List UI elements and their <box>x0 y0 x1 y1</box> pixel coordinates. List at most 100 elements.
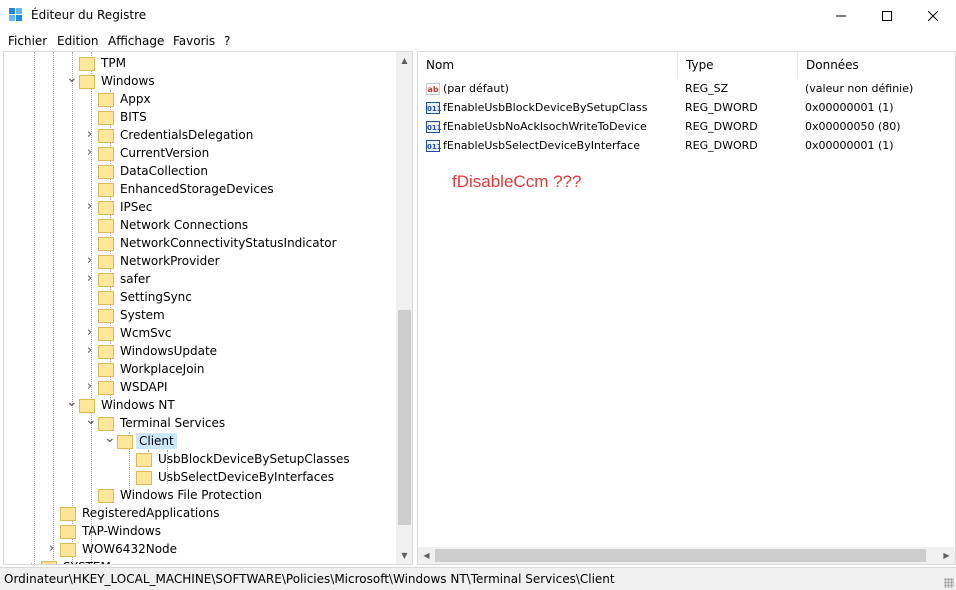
tree-item[interactable]: Windows File Protection <box>98 486 265 504</box>
menu-favoris[interactable]: Favoris <box>173 34 215 48</box>
scroll-down-icon[interactable]: ▼ <box>396 547 412 564</box>
tree-item[interactable]: WSDAPI <box>98 378 171 396</box>
folder-icon <box>98 363 114 377</box>
tree-item-label: DataCollection <box>120 164 209 178</box>
tree-item[interactable]: Terminal Services <box>98 414 228 432</box>
chevron-right-icon[interactable]: › <box>28 560 37 564</box>
tree-item[interactable]: EnhancedStorageDevices <box>98 180 277 198</box>
chevron-right-icon[interactable]: › <box>85 344 94 357</box>
list-horizontal-scrollbar[interactable]: ◀ ▶ <box>418 547 955 564</box>
values-list[interactable]: Nom Type Données ab (par défaut) REG_SZ (va… <box>417 51 956 565</box>
folder-icon <box>98 273 114 287</box>
tree-item[interactable]: WOW6432Node <box>60 540 180 558</box>
tree-item[interactable]: safer <box>98 270 153 288</box>
tree-item[interactable]: DataCollection <box>98 162 211 180</box>
folder-icon <box>41 561 57 564</box>
chevron-right-icon[interactable]: › <box>85 272 94 285</box>
folder-icon <box>60 525 76 539</box>
menu-help[interactable]: ? <box>224 34 230 48</box>
chevron-right-icon[interactable]: › <box>85 326 94 339</box>
folder-icon <box>98 327 114 341</box>
tree-item[interactable]: CurrentVersion <box>98 144 212 162</box>
value-type: REG_DWORD <box>685 139 758 152</box>
chevron-down-icon[interactable]: ⌄ <box>66 395 78 410</box>
tree-item-label: WindowsUpdate <box>120 344 218 358</box>
chevron-down-icon[interactable]: ⌄ <box>66 71 78 86</box>
tree-item[interactable]: UsbSelectDeviceByInterfaces <box>136 468 337 486</box>
tree-item[interactable]: IPSec <box>98 198 155 216</box>
value-row[interactable]: ab (par défaut) REG_SZ (valeur non définie) <box>418 80 938 99</box>
registry-tree[interactable]: TPM Windows ⌄ Appx BITS CredentialsDelegation… <box>3 51 413 565</box>
tree-item[interactable]: UsbBlockDeviceBySetupClasses <box>136 450 353 468</box>
menu-edition[interactable]: Edition <box>57 34 99 48</box>
status-bar: Ordinateur\HKEY_LOCAL_MACHINE\SOFTWARE\P… <box>0 567 956 590</box>
folder-icon <box>117 435 133 449</box>
folder-icon <box>98 489 114 503</box>
tree-item[interactable]: WindowsUpdate <box>98 342 220 360</box>
scroll-thumb[interactable] <box>435 549 926 562</box>
chevron-right-icon[interactable]: › <box>47 542 56 555</box>
tree-item-label: WOW6432Node <box>82 542 178 556</box>
maximize-button[interactable] <box>864 0 910 31</box>
tree-item[interactable]: SettingSync <box>98 288 195 306</box>
value-row[interactable]: 011 fEnableUsbBlockDeviceBySetupClass REG_… <box>418 99 938 118</box>
resize-grip-icon[interactable] <box>944 578 954 588</box>
value-data: 0x00000050 (80) <box>805 120 901 133</box>
minimize-button[interactable] <box>818 0 864 31</box>
folder-icon <box>98 417 114 431</box>
folder-icon <box>98 183 114 197</box>
tree-item-label: Windows File Protection <box>120 488 262 502</box>
tree-item-label: RegisteredApplications <box>82 506 220 520</box>
chevron-right-icon[interactable]: › <box>85 254 94 267</box>
tree-item-label: WcmSvc <box>120 326 172 340</box>
annotation-text: fDisableCcm ??? <box>452 172 582 191</box>
chevron-down-icon[interactable]: ⌄ <box>104 431 116 446</box>
chevron-right-icon[interactable]: › <box>85 128 94 141</box>
value-row[interactable]: 011 fEnableUsbSelectDeviceByInterface REG_… <box>418 137 938 156</box>
chevron-right-icon[interactable]: › <box>85 380 94 393</box>
tree-item-label: Appx <box>120 92 151 106</box>
tree-item[interactable]: NetworkConnectivityStatusIndicator <box>98 234 340 252</box>
tree-item[interactable]: CredentialsDelegation <box>98 126 256 144</box>
menu-affichage[interactable]: Affichage <box>108 34 164 48</box>
scroll-up-icon[interactable]: ▲ <box>396 52 412 69</box>
tree-item-label: System <box>120 308 165 322</box>
tree-item[interactable]: TPM <box>79 54 129 72</box>
value-type: REG_SZ <box>685 82 729 95</box>
tree-item[interactable]: BITS <box>98 108 150 126</box>
tree-item[interactable]: Network Connections <box>98 216 251 234</box>
tree-item-label: safer <box>120 272 151 286</box>
tree-item[interactable]: RegisteredApplications <box>60 504 222 522</box>
tree-item-label: EnhancedStorageDevices <box>120 182 274 196</box>
tree-item[interactable]: Windows <box>79 72 158 90</box>
tree-item[interactable]: WorkplaceJoin <box>98 360 208 378</box>
tree-item-label: NetworkConnectivityStatusIndicator <box>120 236 337 250</box>
column-header-donnees[interactable]: Données <box>798 52 955 78</box>
tree-item[interactable]: Appx <box>98 90 154 108</box>
tree-item[interactable]: System <box>98 306 168 324</box>
tree-item-label: Windows NT <box>101 398 175 412</box>
tree-vertical-scrollbar[interactable]: ▲ ▼ <box>396 52 412 564</box>
tree-item-label: SYSTEM <box>60 559 114 564</box>
tree-item[interactable]: NetworkProvider <box>98 252 223 270</box>
folder-icon <box>79 399 95 413</box>
value-row[interactable]: 011 fEnableUsbNoAckIsochWriteToDevice REG_… <box>418 118 938 137</box>
scroll-left-icon[interactable]: ◀ <box>418 547 435 564</box>
tree-item[interactable]: WcmSvc <box>98 324 174 342</box>
close-button[interactable] <box>910 0 956 31</box>
chevron-right-icon[interactable]: › <box>85 200 94 213</box>
tree-item[interactable]: Client <box>117 432 177 450</box>
close-icon <box>928 10 938 21</box>
tree-item[interactable]: TAP-Windows <box>60 522 164 540</box>
chevron-right-icon[interactable]: › <box>85 146 94 159</box>
scroll-right-icon[interactable]: ▶ <box>938 547 955 564</box>
column-header-type[interactable]: Type <box>678 52 798 78</box>
tree-item[interactable]: SYSTEM <box>41 558 114 564</box>
string-value-icon: ab <box>426 83 440 95</box>
menu-bar: Fichier Edition Affichage Favoris ? <box>0 31 956 51</box>
tree-item-label: Network Connections <box>120 218 249 232</box>
chevron-down-icon[interactable]: ⌄ <box>85 413 97 428</box>
scroll-thumb[interactable] <box>398 310 411 525</box>
menu-fichier[interactable]: Fichier <box>8 34 47 48</box>
column-header-nom[interactable]: Nom <box>418 52 678 78</box>
